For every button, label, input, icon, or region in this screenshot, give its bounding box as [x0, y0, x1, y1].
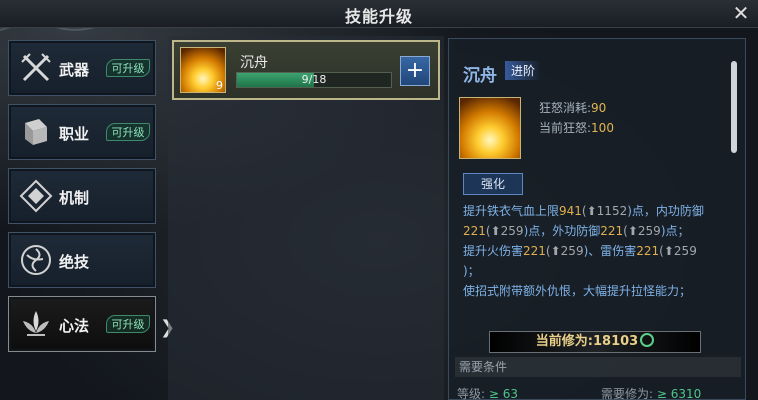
- rage-cost: 狂怒消耗:90: [539, 101, 607, 115]
- scrollbar[interactable]: [731, 61, 737, 153]
- requirements-title: 需要条件: [455, 357, 741, 377]
- arrow-up-icon: ⬆: [550, 244, 561, 258]
- plus-icon: +: [405, 58, 425, 83]
- current-rage: 当前狂怒:100: [539, 121, 614, 135]
- nav-item-ultimate[interactable]: 绝技: [8, 232, 156, 288]
- nav-item-class[interactable]: 职业 可升级: [8, 104, 156, 160]
- nav-item-mind-method[interactable]: 心法 可升级: [8, 296, 156, 352]
- title-bar: 技能升级 ✕: [0, 0, 758, 28]
- crossed-swords-icon: [21, 53, 51, 82]
- arrow-up-icon: ⬆: [627, 224, 638, 238]
- triskelion-icon: [21, 245, 51, 275]
- skill-icon: 9: [180, 47, 226, 93]
- nav-label: 职业: [59, 125, 90, 143]
- diamond-emblem-icon: [19, 179, 53, 213]
- upgrade-button[interactable]: +: [400, 56, 430, 86]
- close-button[interactable]: ✕: [730, 2, 752, 24]
- arrow-up-icon: ⬆: [663, 244, 674, 258]
- close-icon: ✕: [732, 1, 750, 25]
- nav-item-weapon[interactable]: 武器 可升级: [8, 40, 156, 96]
- skill-level: 9: [216, 79, 223, 92]
- skill-progress-bar: 9/18: [236, 72, 392, 88]
- current-cultivation: 当前修为:18103: [489, 331, 701, 353]
- window-title: 技能升级: [344, 7, 413, 26]
- enhance-tab[interactable]: 强化: [463, 173, 523, 195]
- advanced-tag: 进阶: [505, 61, 542, 80]
- arrow-up-icon: ⬆: [586, 204, 597, 218]
- nav-label: 武器: [59, 61, 90, 79]
- upgradable-badge: 可升级: [106, 59, 150, 77]
- cultivation-icon: [640, 333, 655, 347]
- skill-detail-panel: 沉舟 进阶 狂怒消耗:90 当前狂怒:100 强化 提升铁衣气血上限941(⬆1…: [448, 38, 746, 400]
- nav-label: 心法: [59, 317, 90, 335]
- nav-label: 机制: [59, 189, 90, 207]
- lotus-icon: [23, 311, 49, 336]
- detail-skill-name: 沉舟: [463, 66, 497, 86]
- arrow-up-icon: ⬆: [490, 224, 501, 238]
- skill-list-item[interactable]: 9 沉舟 9/18 +: [172, 40, 440, 100]
- skill-name: 沉舟: [240, 55, 268, 71]
- upgradable-badge: 可升级: [106, 315, 150, 333]
- nav-label: 绝技: [59, 253, 90, 271]
- upgradable-badge: 可升级: [106, 123, 150, 141]
- progress-text: 9/18: [301, 73, 327, 86]
- required-cultivation: 需要修为: ≥ 6310: [601, 387, 702, 400]
- detail-skill-icon: [459, 97, 521, 159]
- nav-item-mechanic[interactable]: 机制: [8, 168, 156, 224]
- book-icon: [25, 119, 47, 145]
- skill-description: 提升铁衣气血上限941(⬆1152)点，内功防御 221(⬆259)点，外功防御…: [463, 204, 704, 298]
- required-level: 等级: ≥ 63: [457, 387, 519, 400]
